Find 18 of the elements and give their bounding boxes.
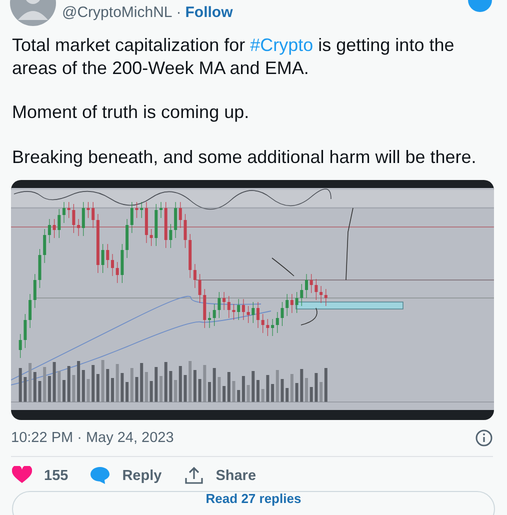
user-handle: @CryptoMichNL [62, 4, 172, 21]
share-icon [184, 466, 204, 485]
reply-button[interactable]: Reply [90, 466, 162, 485]
tweet-text: Moment of truth is coming up. [12, 101, 250, 124]
drawn-line [300, 308, 318, 326]
separator: · [176, 4, 182, 21]
drawn-line [272, 258, 294, 276]
tweet-text: Total market capitalization for #Crypto is getting into the areas of the 200-Week MA and EMA. [12, 34, 456, 79]
follow-link[interactable]: Follow [185, 4, 233, 21]
share-button[interactable]: Share [184, 466, 256, 485]
read-replies-button[interactable]: Read 27 replies [12, 491, 495, 515]
like-button[interactable]: 155 [12, 466, 68, 485]
speech-bubble-icon [90, 466, 110, 485]
info-icon [475, 429, 493, 447]
heart-icon [12, 466, 32, 485]
logo-icon [468, 0, 492, 12]
tweet-text: Breaking beneath, and some additional harm will be there. [12, 146, 478, 168]
timestamp: 10:22 PM · May 24, 2023 [11, 430, 174, 446]
